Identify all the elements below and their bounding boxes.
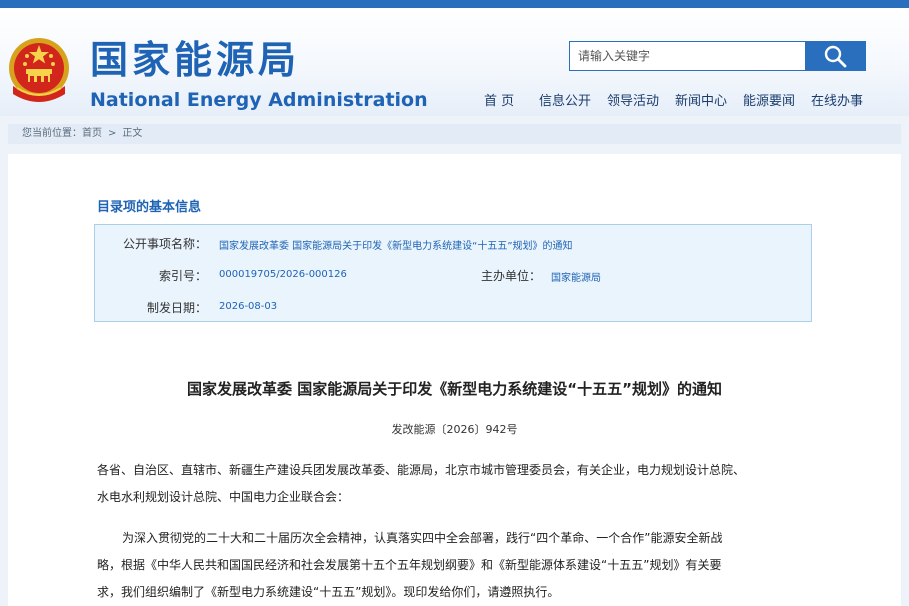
main-nav: 首 页 信息公开 领导活动 新闻中心 能源要闻 在线办事 — [484, 90, 871, 110]
breadcrumb-separator: > — [108, 128, 117, 139]
body-line: 求，我们组织编制了《新型电力系统建设“十五五”规划》。现印发给你们，请遵照执行。 — [97, 585, 560, 599]
subject-value: 国家发展改革委 国家能源局关于印发《新型电力系统建设“十五五”规划》的通知 — [219, 241, 573, 252]
national-emblem-icon[interactable] — [7, 36, 71, 108]
breadcrumb-current: 正文 — [122, 128, 143, 139]
article-content: 目录项的基本信息 公开事项名称： 国家发展改革委 国家能源局关于印发《新型电力系… — [8, 154, 901, 606]
site-header: 国家能源局 National Energy Administration 首 页… — [0, 8, 909, 116]
body-line: 略，根据《中华人民共和国国民经济和社会发展第十五个五年规划纲要》和《新型能源体系… — [97, 558, 722, 572]
breadcrumb-home-link[interactable]: 首页 — [82, 128, 102, 139]
search-button[interactable] — [805, 42, 865, 70]
search-input[interactable] — [570, 42, 818, 70]
breadcrumb: 您当前位置：首页 > 正文 — [8, 124, 901, 144]
nav-info-disclosure[interactable]: 信息公开 — [539, 90, 607, 110]
index-value: 000019705/2026-000126 — [219, 269, 347, 280]
breadcrumb-prefix: 您当前位置： — [22, 128, 82, 139]
nav-news-center[interactable]: 新闻中心 — [675, 90, 743, 110]
top-accent-bar — [0, 0, 909, 8]
site-title-en[interactable]: National Energy Administration — [90, 88, 428, 112]
date-value: 2026-08-03 — [219, 301, 278, 312]
info-section-title: 目录项的基本信息 — [97, 200, 202, 215]
document-number: 发改能源〔2026〕942号 — [391, 423, 518, 436]
date-label: 制发日期： — [146, 301, 207, 315]
search-icon — [824, 45, 847, 68]
nav-energy-news[interactable]: 能源要闻 — [743, 90, 811, 110]
addressee-line: 各省、自治区、直辖市、新疆生产建设兵团发展改革委、能源局，北京市城市管理委员会，… — [97, 463, 746, 477]
organizer-label: 主办单位： — [480, 269, 541, 283]
subject-label: 公开事项名称： — [122, 237, 207, 251]
addressee-line: 水电水利规划设计总院、中国电力企业联合会： — [97, 490, 350, 504]
nav-home[interactable]: 首 页 — [484, 90, 539, 110]
nav-online-services[interactable]: 在线办事 — [811, 90, 871, 110]
index-label: 索引号： — [158, 269, 207, 283]
site-title-cn[interactable]: 国家能源局 — [90, 38, 300, 82]
document-title: 国家发展改革委 国家能源局关于印发《新型电力系统建设“十五五”规划》的通知 — [187, 380, 722, 398]
organizer-value: 国家能源局 — [551, 273, 601, 284]
body-line: 为深入贯彻党的二十大和二十届历次全会精神，认真落实四中全会部署，践行“四个革命、… — [122, 531, 723, 545]
nav-leadership[interactable]: 领导活动 — [607, 90, 675, 110]
info-table: 公开事项名称： 国家发展改革委 国家能源局关于印发《新型电力系统建设“十五五”规… — [94, 224, 812, 322]
search-box — [569, 41, 866, 71]
